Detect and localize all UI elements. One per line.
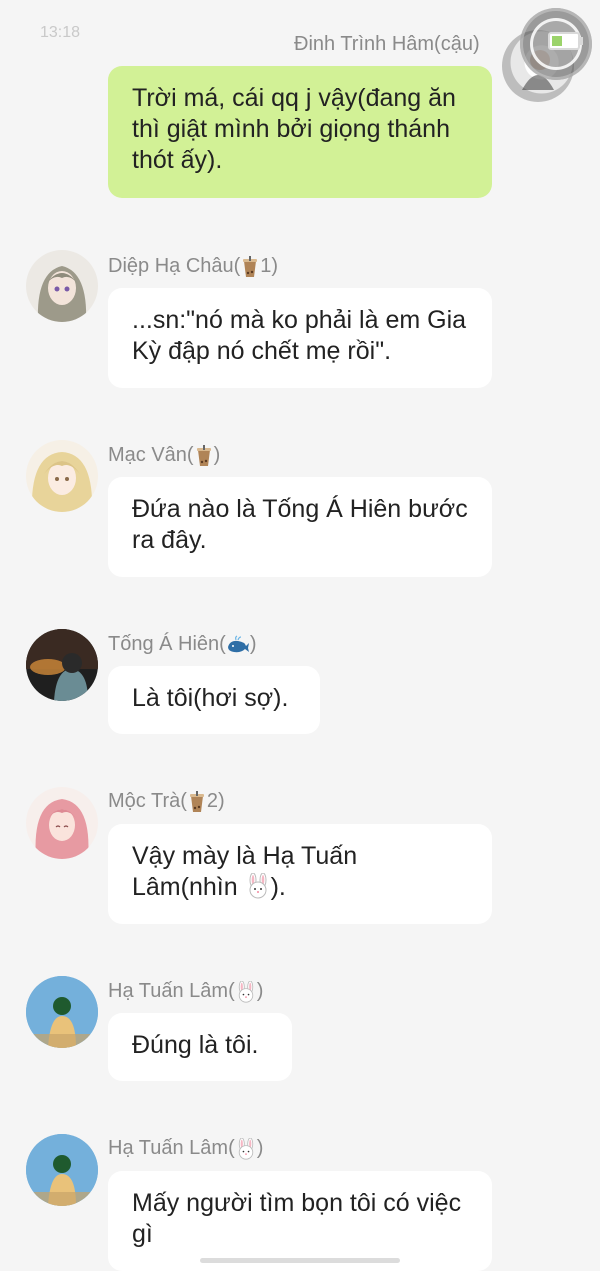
sender-name: Tống Á Hiên( )	[108, 633, 257, 655]
sender-name: Hạ Tuấn Lâm( )	[108, 1137, 264, 1160]
avatar-anime-girl-icon	[35, 799, 89, 859]
sender-name: Mạc Vân( )	[108, 444, 221, 466]
message-bubble[interactable]: Mấy người tìm bọn tôi có việc gì	[108, 1171, 492, 1271]
whale-icon	[227, 634, 249, 652]
avatar-photo-icon	[26, 1134, 98, 1206]
message-bubble[interactable]: Đứa nào là Tống Á Hiên bước ra đây.	[108, 477, 492, 577]
avatar[interactable]	[26, 629, 98, 701]
rabbit-face-icon	[249, 872, 267, 899]
status-time: 13:18	[40, 24, 81, 41]
battery-icon	[548, 32, 583, 50]
message-bubble[interactable]: Trời má, cái qq j vậy(đang ăn thì giật m…	[108, 66, 492, 198]
home-indicator[interactable]	[200, 1258, 400, 1263]
avatar-photo-icon	[26, 976, 98, 1048]
avatar[interactable]	[26, 976, 98, 1048]
message-bubble[interactable]: Đúng là tôi.	[108, 1013, 292, 1081]
sender-name: Mộc Trà( 2)	[108, 790, 225, 812]
bubble-tea-icon	[243, 255, 258, 277]
message-bubble[interactable]: Là tôi(hơi sợ).	[108, 666, 320, 734]
bubble-tea-icon	[189, 790, 204, 812]
avatar[interactable]	[26, 440, 98, 512]
bubble-tea-icon	[196, 444, 211, 466]
avatar-anime-girl-icon	[37, 266, 87, 322]
avatar[interactable]	[26, 250, 98, 322]
sender-name: Diệp Hạ Châu( 1)	[108, 255, 279, 277]
avatar-photo-icon	[26, 629, 98, 701]
rabbit-face-icon	[238, 1137, 253, 1160]
avatar[interactable]	[26, 787, 98, 859]
message-bubble[interactable]: Vậy mày là Hạ Tuấn Lâm(nhìn ).	[108, 824, 492, 924]
avatar[interactable]	[26, 1134, 98, 1206]
rabbit-face-icon	[238, 980, 253, 1003]
sender-name: Hạ Tuấn Lâm( )	[108, 980, 264, 1003]
message-bubble[interactable]: ...sn:"nó mà ko phải là em Gia Kỳ đập nó…	[108, 288, 492, 388]
avatar-anime-girl-icon	[31, 452, 93, 512]
sender-name: Đinh Trình Hâm(cậu)	[294, 33, 480, 55]
